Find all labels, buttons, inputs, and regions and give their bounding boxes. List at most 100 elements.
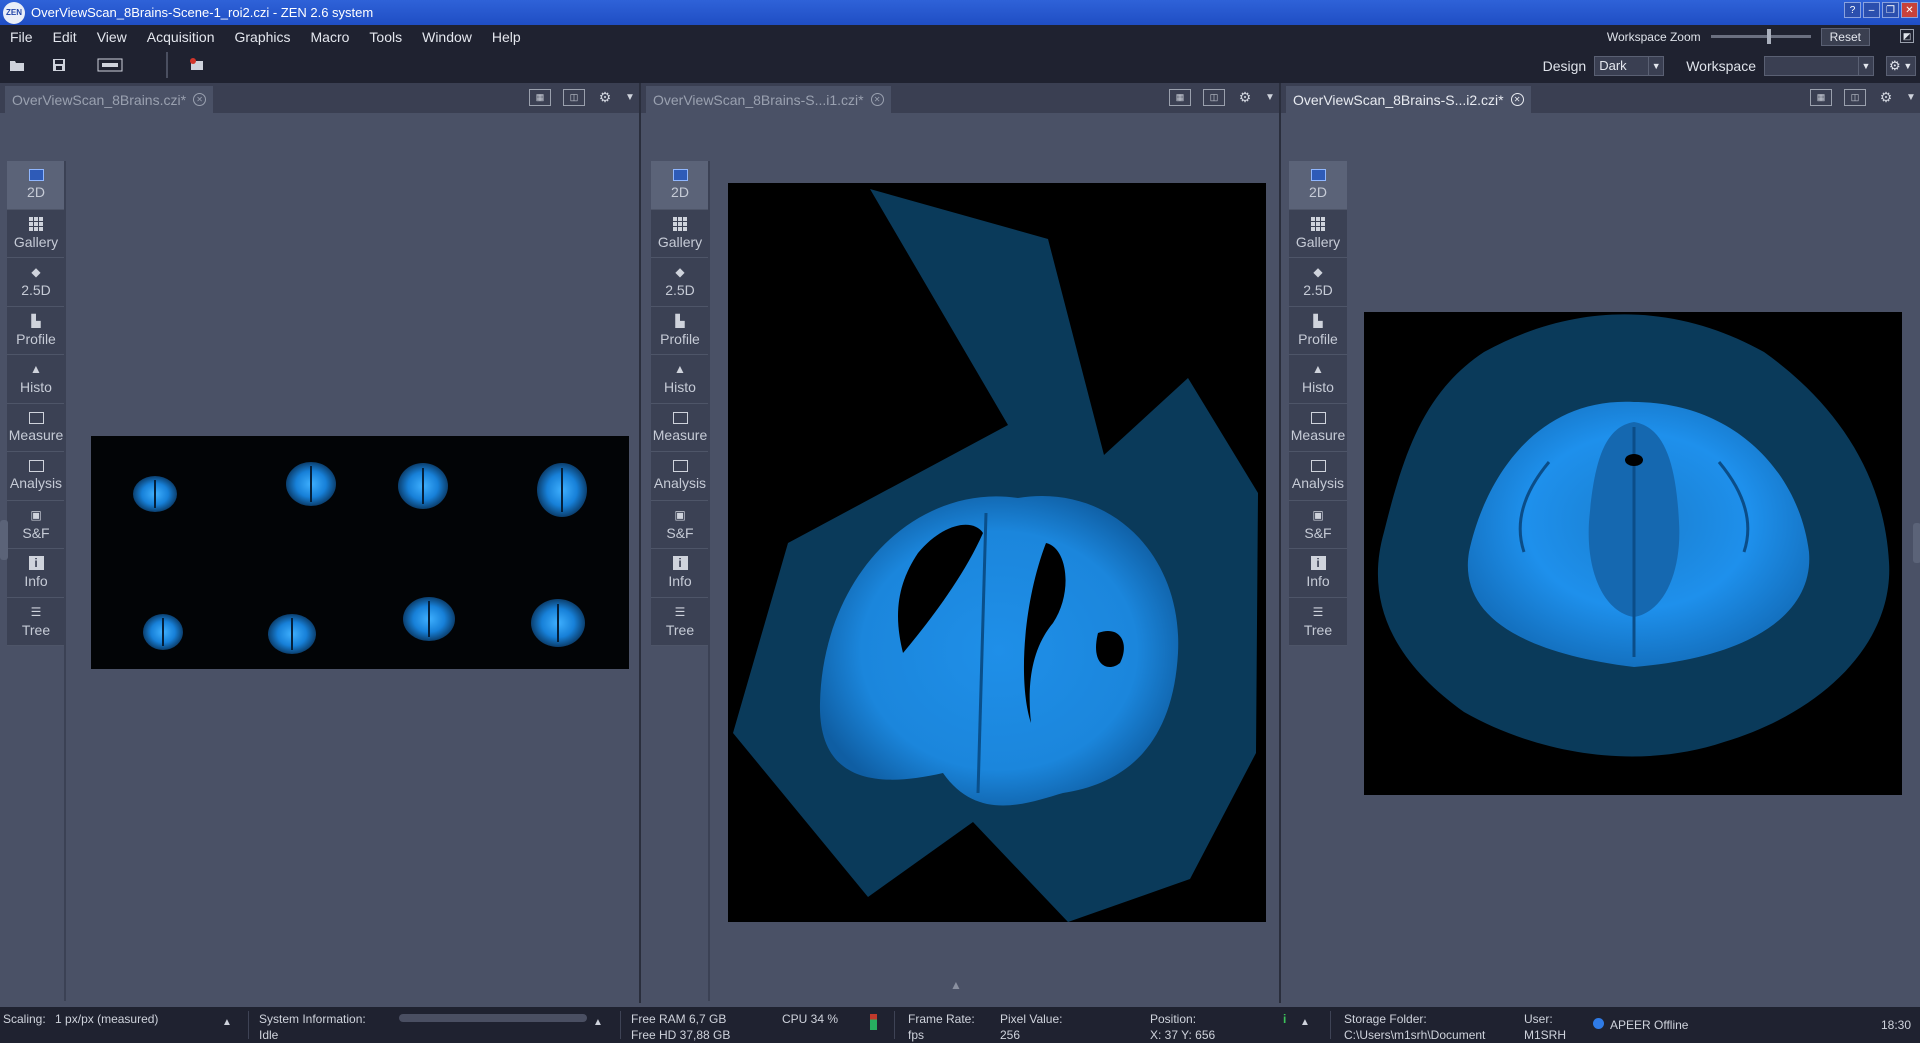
document-tab-title: OverViewScan_8Brains-S...i1.czi* bbox=[653, 91, 864, 108]
view-2-5d-button[interactable]: ◆ 2.5D bbox=[651, 258, 709, 307]
slider-thumb[interactable] bbox=[1766, 29, 1771, 44]
view-analysis-button[interactable]: Analysis bbox=[651, 452, 709, 501]
right-panel-handle[interactable] bbox=[1913, 523, 1920, 563]
view-gallery-button[interactable]: Gallery bbox=[1289, 209, 1347, 258]
split-view-icon[interactable]: ◫ bbox=[1203, 89, 1225, 106]
view-measure-button[interactable]: Measure bbox=[651, 403, 709, 452]
close-button[interactable]: ✕ bbox=[1901, 2, 1918, 18]
document-tab[interactable]: OverViewScan_8Brains-S...i2.czi* ✕ bbox=[1286, 86, 1531, 113]
roi2-image-canvas[interactable] bbox=[1364, 312, 1902, 795]
menu-view[interactable]: View bbox=[87, 29, 137, 45]
apeer-status[interactable]: APEER Offline bbox=[1610, 1017, 1688, 1033]
design-dropdown[interactable]: Dark ▼ bbox=[1594, 55, 1665, 76]
split-view-icon[interactable]: ◫ bbox=[1844, 89, 1866, 106]
chevron-down-icon[interactable]: ▼ bbox=[625, 89, 635, 106]
document-pane-3: OverViewScan_8Brains-S...i2.czi* ✕ ▦ ◫ ⚙… bbox=[1281, 83, 1920, 1003]
menu-tools[interactable]: Tools bbox=[359, 29, 412, 45]
menu-acquisition[interactable]: Acquisition bbox=[137, 29, 225, 45]
status-bar: Scaling: 1 px/px (measured) ▲ System Inf… bbox=[0, 1007, 1920, 1043]
pixel-value: Pixel Value: 256 bbox=[1000, 1011, 1062, 1043]
close-tab-icon[interactable]: ✕ bbox=[1510, 93, 1524, 106]
recorder-icon[interactable] bbox=[188, 57, 206, 73]
tab-toolbar: ▦ ◫ ⚙ ▼ bbox=[529, 89, 635, 106]
view-gallery-button[interactable]: Gallery bbox=[7, 209, 65, 258]
chevron-up-icon[interactable]: ▲ bbox=[222, 1017, 232, 1028]
open-folder-icon[interactable] bbox=[8, 57, 26, 73]
layout-grid-icon[interactable]: ▦ bbox=[529, 89, 551, 106]
reset-zoom-button[interactable]: Reset bbox=[1820, 27, 1870, 46]
viewbar-divider bbox=[64, 161, 66, 1001]
view-info-button[interactable]: i Info bbox=[7, 549, 65, 598]
apeer-status-icon bbox=[1593, 1018, 1604, 1029]
surface-icon: ◆ bbox=[675, 265, 685, 280]
menu-window[interactable]: Window bbox=[412, 29, 482, 45]
menu-graphics[interactable]: Graphics bbox=[224, 29, 300, 45]
chevron-down-icon[interactable]: ▼ bbox=[1906, 89, 1916, 106]
pin-icon[interactable]: ◩ bbox=[1900, 29, 1914, 43]
left-panel-handle[interactable] bbox=[0, 520, 8, 560]
expand-bottom-icon[interactable]: ▲ bbox=[950, 978, 962, 992]
position-label: Position: bbox=[1150, 1012, 1197, 1026]
workspace-zoom: Workspace Zoom Reset bbox=[1607, 25, 1870, 48]
menu-macro[interactable]: Macro bbox=[301, 29, 360, 45]
view-measure-button[interactable]: Measure bbox=[7, 403, 65, 452]
view-histo-button[interactable]: ▲ Histo bbox=[651, 355, 709, 404]
view-profile-button[interactable]: ▙ Profile bbox=[651, 306, 709, 355]
overview-image-canvas[interactable] bbox=[91, 436, 629, 669]
gear-icon[interactable]: ⚙ bbox=[1878, 89, 1894, 106]
close-tab-icon[interactable]: ✕ bbox=[193, 93, 207, 106]
view-sf-button[interactable]: ▣ S&F bbox=[651, 500, 709, 549]
view-analysis-button[interactable]: Analysis bbox=[7, 452, 65, 501]
view-measure-button[interactable]: Measure bbox=[1289, 403, 1347, 452]
gear-icon[interactable]: ⚙ bbox=[597, 89, 613, 106]
chevron-up-icon[interactable]: ▲ bbox=[1300, 1017, 1310, 1028]
chevron-up-icon[interactable]: ▲ bbox=[593, 1017, 603, 1028]
view-histo-button[interactable]: ▲ Histo bbox=[1289, 355, 1347, 404]
info-icon: i bbox=[1310, 556, 1326, 571]
view-2d-button[interactable]: 2D bbox=[651, 161, 709, 210]
save-icon[interactable] bbox=[50, 57, 68, 73]
workspace-dropdown[interactable]: ▼ bbox=[1764, 55, 1874, 76]
view-2-5d-button[interactable]: ◆ 2.5D bbox=[7, 258, 65, 307]
view-2d-button[interactable]: 2D bbox=[7, 161, 65, 210]
view-2-5d-button[interactable]: ◆ 2.5D bbox=[1289, 258, 1347, 307]
roi1-image-canvas[interactable] bbox=[728, 183, 1266, 922]
gear-icon[interactable]: ⚙ bbox=[1237, 89, 1253, 106]
menu-file[interactable]: File bbox=[0, 29, 43, 45]
close-tab-icon[interactable]: ✕ bbox=[870, 93, 884, 106]
chevron-down-icon[interactable]: ▼ bbox=[1265, 89, 1275, 106]
view-tree-button[interactable]: ☰ Tree bbox=[7, 597, 65, 646]
view-info-button[interactable]: i Info bbox=[1289, 549, 1347, 598]
view-sf-button[interactable]: ▣ S&F bbox=[7, 500, 65, 549]
menu-help[interactable]: Help bbox=[482, 29, 531, 45]
workspace-zoom-slider[interactable] bbox=[1710, 29, 1811, 44]
chevron-down-icon: ▼ bbox=[1648, 56, 1663, 75]
workspace-settings-button[interactable]: ⚙ ▼ bbox=[1886, 55, 1916, 76]
view-sf-button[interactable]: ▣ S&F bbox=[1289, 500, 1347, 549]
view-analysis-button[interactable]: Analysis bbox=[1289, 452, 1347, 501]
view-gallery-button[interactable]: Gallery bbox=[651, 209, 709, 258]
profile-icon: ▙ bbox=[1313, 313, 1323, 328]
restore-button[interactable]: ❐ bbox=[1882, 2, 1899, 18]
layout-grid-icon[interactable]: ▦ bbox=[1169, 89, 1191, 106]
minimize-button[interactable]: – bbox=[1863, 2, 1880, 18]
help-button[interactable]: ? bbox=[1844, 2, 1861, 18]
view-profile-button[interactable]: ▙ Profile bbox=[1289, 306, 1347, 355]
view-tree-button[interactable]: ☰ Tree bbox=[651, 597, 709, 646]
user-info: User: M1SRH bbox=[1524, 1011, 1566, 1043]
menu-edit[interactable]: Edit bbox=[43, 29, 87, 45]
view-2d-button[interactable]: 2D bbox=[1289, 161, 1347, 210]
view-tree-button[interactable]: ☰ Tree bbox=[1289, 597, 1347, 646]
document-tab[interactable]: OverViewScan_8Brains.czi* ✕ bbox=[5, 86, 214, 113]
storage-path[interactable]: C:\Users\m1srh\Document bbox=[1344, 1027, 1485, 1043]
layout-grid-icon[interactable]: ▦ bbox=[1810, 89, 1832, 106]
view-info-button[interactable]: i Info bbox=[651, 549, 709, 598]
split-fuse-icon: ▣ bbox=[1312, 507, 1324, 522]
zen-app-icon[interactable]: ZEN bbox=[3, 1, 25, 24]
split-view-icon[interactable]: ◫ bbox=[563, 89, 585, 106]
view-profile-button[interactable]: ▙ Profile bbox=[7, 306, 65, 355]
profile-icon: ▙ bbox=[675, 313, 685, 328]
keyboard-icon[interactable] bbox=[96, 57, 124, 73]
document-tab[interactable]: OverViewScan_8Brains-S...i1.czi* ✕ bbox=[646, 86, 891, 113]
view-histo-button[interactable]: ▲ Histo bbox=[7, 355, 65, 404]
